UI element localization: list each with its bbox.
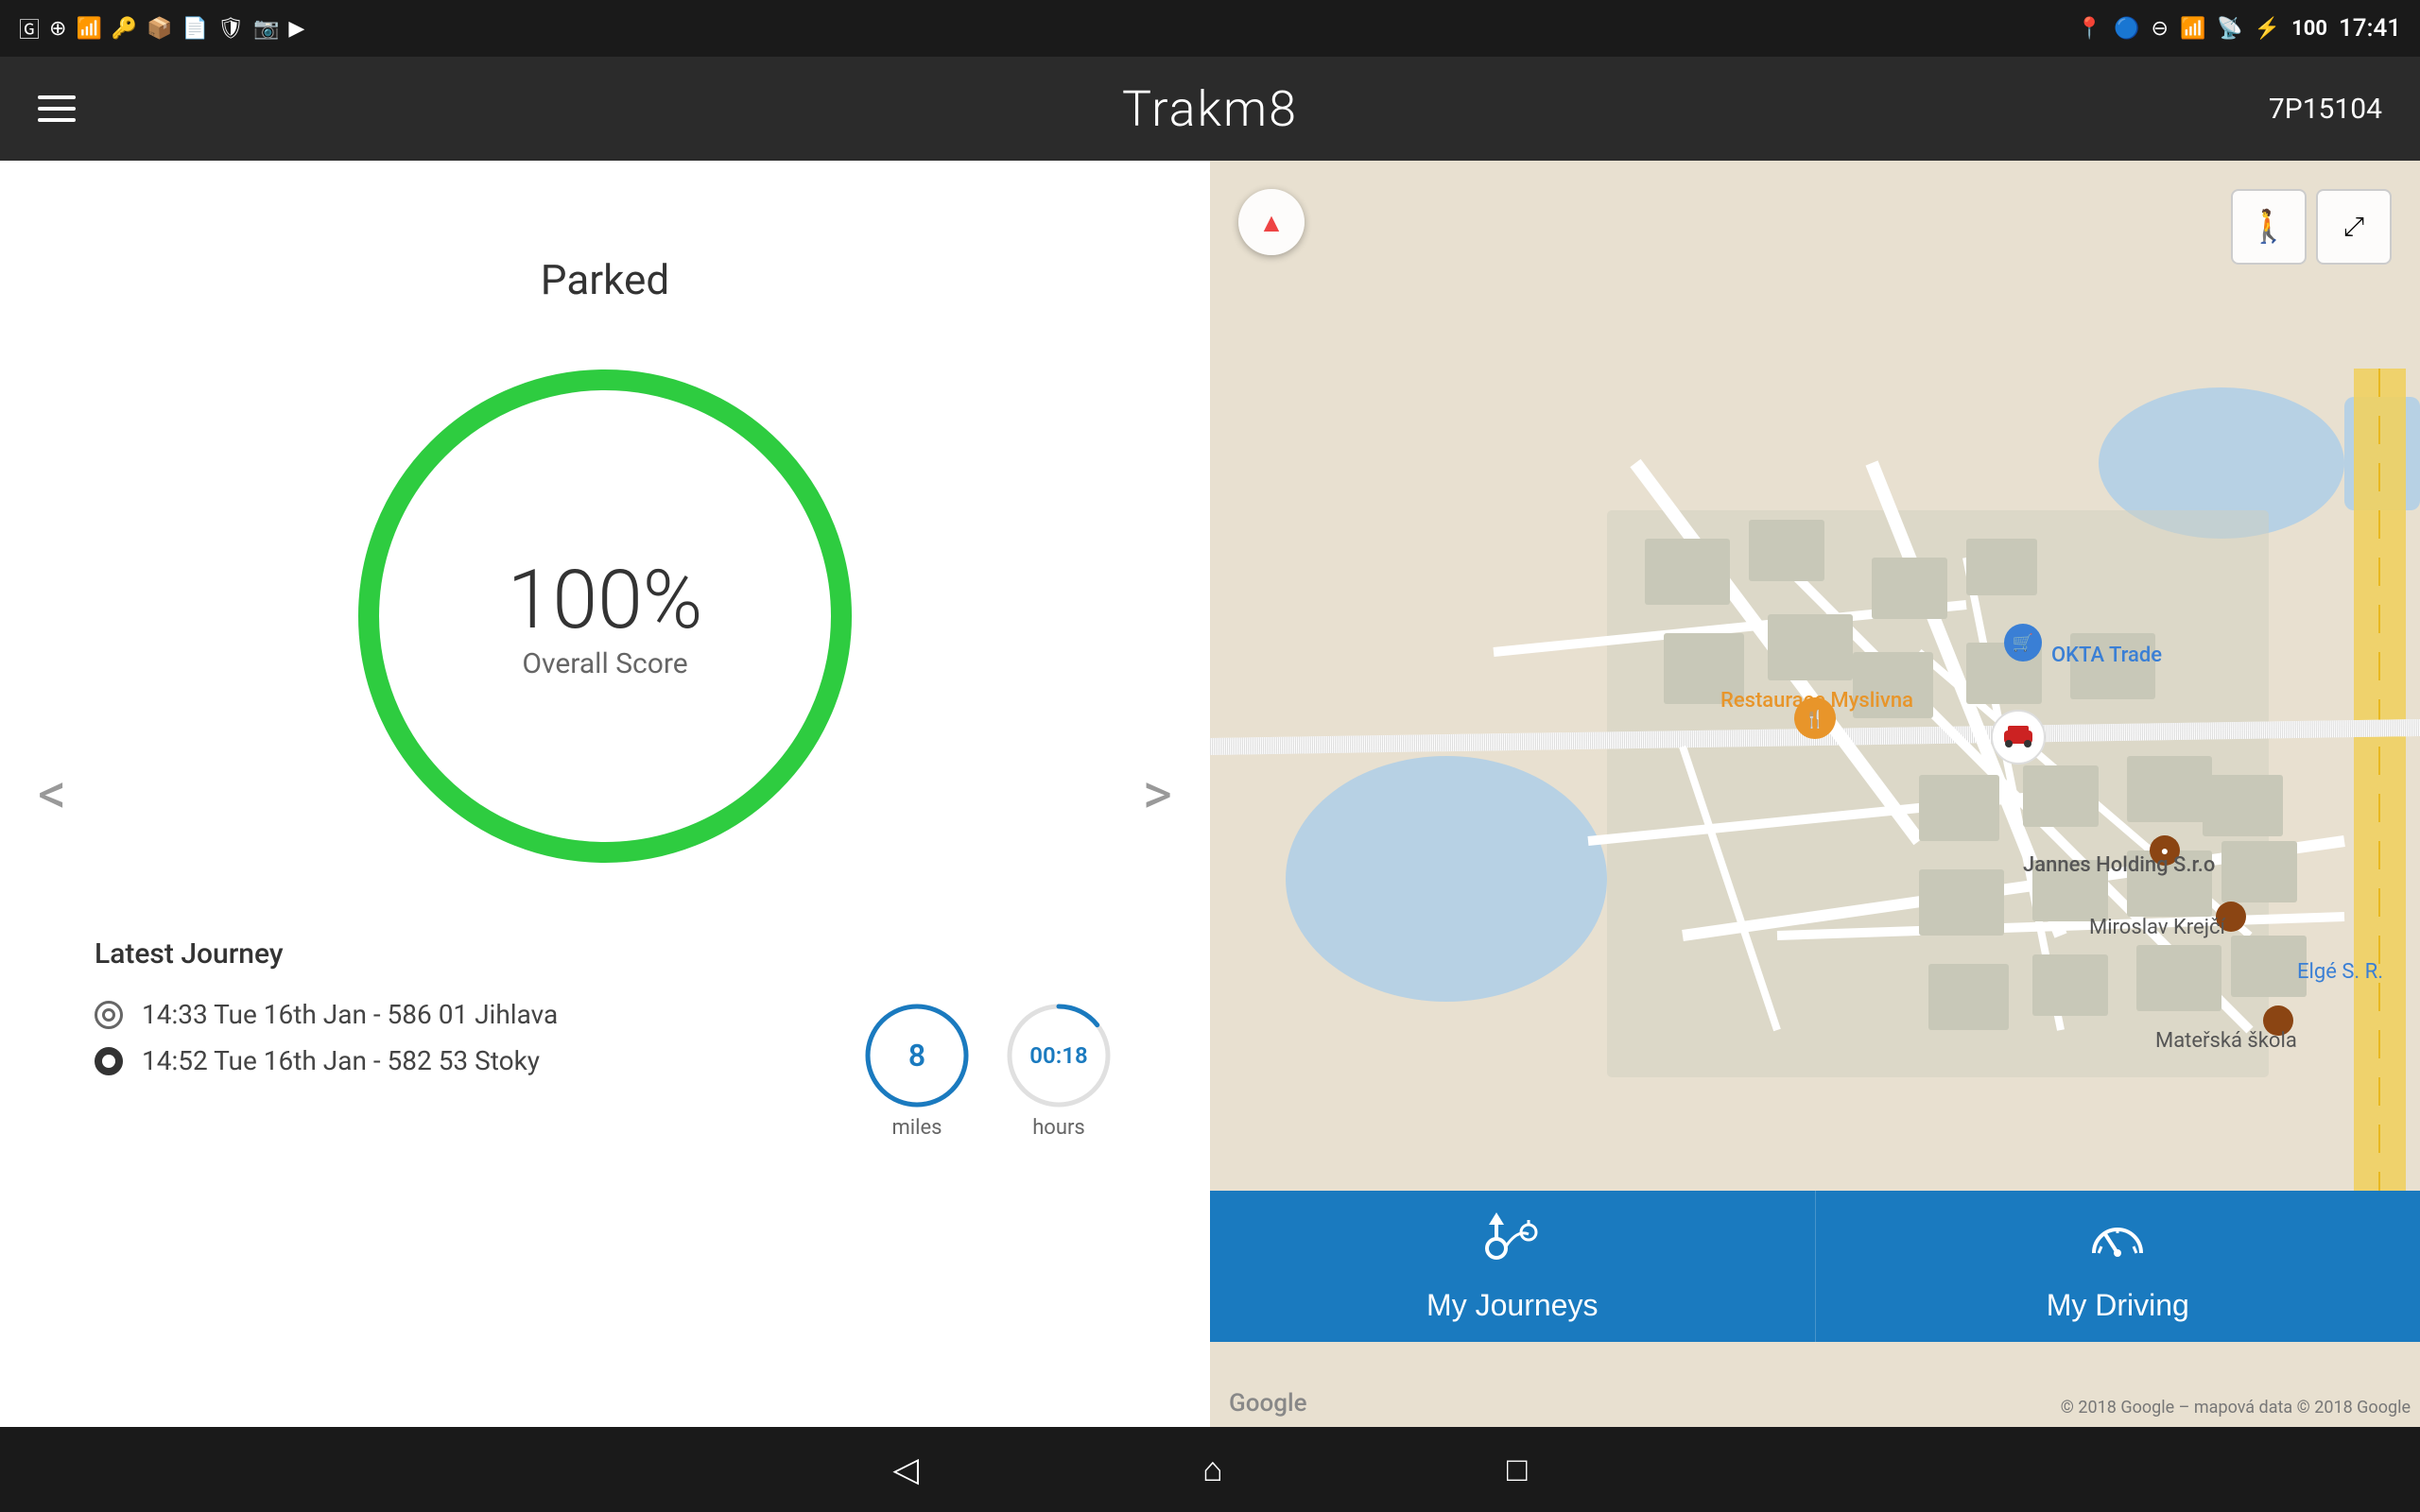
status-bar: 🄶 ⊕ 📶 🔑 📦 📄 🛡 📷 ▶ 📍 🔵 ⊖ 📶 📡 ⚡ 100 17:41 xyxy=(0,0,2420,57)
hours-ring-text: 00:18 xyxy=(1029,1042,1087,1069)
right-panel: 🛒 OKTA Trade 🍴 Restaurace Myslivna ● Jan… xyxy=(1210,161,2420,1427)
status-bar-left: 🄶 ⊕ 📶 🔑 📦 📄 🛡 📷 ▶ xyxy=(19,13,304,43)
back-button[interactable]: ◁ xyxy=(892,1450,919,1489)
app-title: Trakm8 xyxy=(1122,80,1298,138)
svg-text:Elgé S. R.: Elgé S. R. xyxy=(2297,960,2383,984)
score-inner: 100% Overall Score xyxy=(508,552,703,680)
miles-ring: 8 xyxy=(860,999,974,1112)
my-journeys-label: My Journeys xyxy=(1426,1288,1598,1323)
stop-icon-end xyxy=(95,1047,123,1075)
journey-section: Latest Journey 14:33 Tue 16th Jan - 586 … xyxy=(57,937,1153,1140)
bluetooth-icon: 🔵 xyxy=(2114,17,2139,41)
next-arrow[interactable]: > xyxy=(1124,742,1191,847)
my-driving-icon xyxy=(2084,1211,2151,1279)
stop-end-text: 14:52 Tue 16th Jan - 582 53 Stoky xyxy=(142,1045,540,1076)
bottom-buttons: My Journeys My Driving xyxy=(1210,1191,2420,1342)
journey-stops: 14:33 Tue 16th Jan - 586 01 Jihlava 14:5… xyxy=(95,999,558,1076)
icon7: 🛡 xyxy=(217,17,244,41)
hamburger-line-1 xyxy=(38,95,76,99)
miles-value: 8 xyxy=(908,1038,925,1074)
svg-text:OKTA Trade: OKTA Trade xyxy=(2051,644,2162,667)
hours-ring: 00:18 xyxy=(1002,999,1115,1112)
score-label: Overall Score xyxy=(522,647,687,680)
svg-text:Miroslav Krejčí: Miroslav Krejčí xyxy=(2089,916,2226,939)
score-circle-container: 100% Overall Score xyxy=(331,342,879,890)
hours-label: hours xyxy=(1032,1116,1085,1140)
miles-label: miles xyxy=(891,1116,942,1140)
icon5: 📦 xyxy=(147,17,172,41)
icon3: 📶 xyxy=(76,17,101,41)
pedestrian-icon: 🚶 xyxy=(2249,208,2289,246)
fullscreen-button[interactable]: ⤢ xyxy=(2316,189,2392,265)
device-id: 7P15104 xyxy=(2269,93,2382,126)
android-nav-bar: ◁ ⌂ □ xyxy=(0,1427,2420,1512)
wifi-icon: 📶 xyxy=(2180,17,2205,41)
location-icon: 📍 xyxy=(2077,17,2102,41)
svg-text:Mateřská škola: Mateřská škola xyxy=(2155,1029,2297,1053)
vehicle-status: Parked xyxy=(541,255,669,304)
journey-details: 14:33 Tue 16th Jan - 586 01 Jihlava 14:5… xyxy=(95,999,1115,1140)
miles-stat: 8 miles xyxy=(860,999,974,1140)
journeys-svg xyxy=(1479,1211,1546,1267)
bolt-icon: ⚡ xyxy=(2255,17,2280,41)
hours-value: 00:18 xyxy=(1029,1042,1087,1069)
hamburger-line-2 xyxy=(38,107,76,111)
dnd-icon: ⊖ xyxy=(2152,17,2169,41)
svg-text:🛒: 🛒 xyxy=(2013,632,2033,653)
my-journeys-icon xyxy=(1479,1211,1546,1279)
svg-text:Restaurace Myslivna: Restaurace Myslivna xyxy=(1720,689,1913,713)
miles-ring-text: 8 xyxy=(908,1038,925,1074)
my-driving-button[interactable]: My Driving xyxy=(1816,1191,2420,1342)
home-button[interactable]: ⌂ xyxy=(1202,1450,1223,1489)
stop-icon-start xyxy=(95,1001,123,1029)
google-logo: Google xyxy=(1229,1389,1307,1418)
left-panel: Parked 100% Overall Score < > Latest Jou… xyxy=(0,161,1210,1427)
status-bar-right: 📍 🔵 ⊖ 📶 📡 ⚡ 100 17:41 xyxy=(2077,14,2401,43)
icon2: ⊕ xyxy=(49,17,66,41)
fullscreen-icon: ⤢ xyxy=(2343,211,2364,243)
app-header: Trakm8 7P15104 xyxy=(0,57,2420,161)
pedestrian-mode-button[interactable]: 🚶 xyxy=(2231,189,2307,265)
battery-text: 100 xyxy=(2291,17,2327,41)
my-journeys-button[interactable]: My Journeys xyxy=(1210,1191,1816,1342)
prev-arrow[interactable]: < xyxy=(19,742,86,847)
stop-start-text: 14:33 Tue 16th Jan - 586 01 Jihlava xyxy=(142,999,558,1030)
my-driving-label: My Driving xyxy=(2047,1288,2189,1323)
compass-icon: ▲ xyxy=(1258,207,1285,238)
main-content: Parked 100% Overall Score < > Latest Jou… xyxy=(0,161,2420,1427)
svg-text:Jannes Holding S.r.o: Jannes Holding S.r.o xyxy=(2023,853,2215,877)
journey-stop-start: 14:33 Tue 16th Jan - 586 01 Jihlava xyxy=(95,999,558,1030)
signal-icon: 📡 xyxy=(2217,17,2242,41)
journey-stop-end: 14:52 Tue 16th Jan - 582 53 Stoky xyxy=(95,1045,558,1076)
latest-journey-title: Latest Journey xyxy=(95,937,1115,971)
map-attribution: © 2018 Google – mapová data © 2018 Googl… xyxy=(2061,1398,2411,1418)
compass-button[interactable]: ▲ xyxy=(1238,189,1305,255)
google-label: Google xyxy=(1229,1389,1307,1418)
driving-svg xyxy=(2084,1211,2151,1267)
journey-stats: 8 miles 00:18 xyxy=(860,999,1115,1140)
hamburger-button[interactable] xyxy=(28,86,85,131)
hours-stat: 00:18 hours xyxy=(1002,999,1115,1140)
recents-button[interactable]: □ xyxy=(1507,1450,1528,1489)
network-icon: 🄶 xyxy=(19,13,40,43)
icon8: 📷 xyxy=(253,17,279,41)
map-button-group: 🚶 ⤢ xyxy=(2231,189,2392,265)
hamburger-line-3 xyxy=(38,118,76,122)
score-percent: 100% xyxy=(508,552,703,647)
time-display: 17:41 xyxy=(2339,14,2401,43)
icon6: 📄 xyxy=(182,17,208,41)
icon9: ▶ xyxy=(288,17,304,41)
icon4: 🔑 xyxy=(112,17,137,41)
